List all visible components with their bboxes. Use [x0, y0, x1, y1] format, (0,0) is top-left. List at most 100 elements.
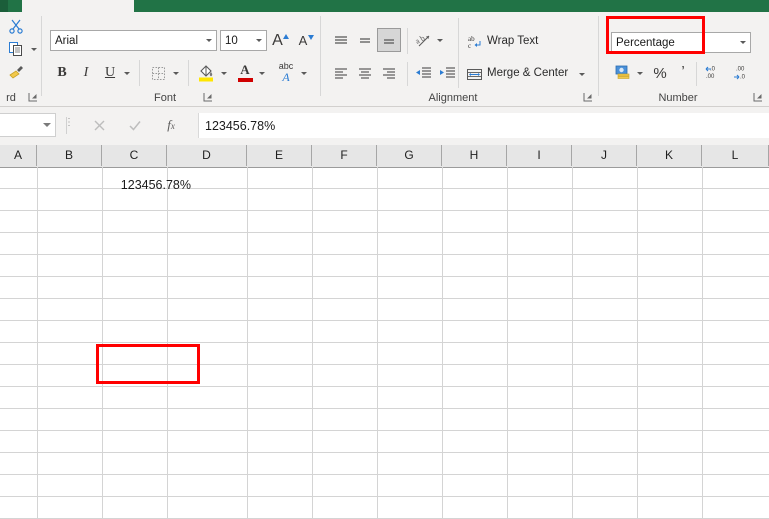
- svg-text:.00: .00: [706, 74, 715, 80]
- clipboard-dialog-launcher[interactable]: [28, 92, 39, 103]
- borders-button[interactable]: [146, 62, 170, 84]
- column-header-l[interactable]: L: [702, 145, 769, 166]
- tab-home-active[interactable]: [22, 0, 134, 12]
- cell-c9[interactable]: 123456.78%: [102, 175, 194, 196]
- comma-label: ’: [681, 62, 685, 80]
- formula-input[interactable]: 123456.78%: [198, 113, 769, 138]
- underline-button[interactable]: U: [99, 62, 121, 84]
- column-header-d[interactable]: D: [167, 145, 247, 166]
- column-header-b[interactable]: B: [37, 145, 102, 166]
- percent-style-button[interactable]: %: [649, 62, 671, 84]
- accounting-format-button[interactable]: [611, 62, 635, 84]
- orientation-dropdown-button[interactable]: [434, 30, 446, 51]
- accounting-format-icon: [615, 65, 630, 79]
- grid-row-line: [0, 408, 769, 409]
- align-left-button[interactable]: [330, 62, 352, 84]
- number-format-dropdown-arrow[interactable]: [736, 33, 750, 52]
- insert-function-button[interactable]: fx: [158, 113, 184, 137]
- group-separator: [41, 16, 42, 96]
- grid-column-line: [637, 167, 638, 519]
- svg-text:.0: .0: [740, 75, 746, 81]
- font-dialog-launcher[interactable]: [203, 92, 214, 103]
- increase-indent-button[interactable]: [436, 62, 458, 84]
- align-top-icon: [335, 35, 347, 44]
- name-box[interactable]: [0, 113, 56, 137]
- sheet-cells[interactable]: 123456.78%: [0, 167, 769, 519]
- font-name-dropdown-arrow[interactable]: [202, 31, 216, 50]
- chevron-down-icon: [301, 71, 307, 75]
- arrow-up-icon: [282, 33, 289, 39]
- copy-dropdown-button[interactable]: [28, 38, 40, 60]
- column-header-h[interactable]: H: [442, 145, 507, 166]
- chevron-down-icon: [579, 72, 585, 76]
- bold-button[interactable]: B: [51, 62, 73, 84]
- cancel-button[interactable]: [86, 113, 112, 137]
- column-header-j[interactable]: J: [572, 145, 637, 166]
- grid-column-line: [102, 167, 103, 519]
- font-name-combo[interactable]: Arial: [50, 30, 217, 51]
- font-name-value: Arial: [55, 34, 79, 47]
- font-color-label: A: [240, 62, 250, 77]
- number-dialog-launcher[interactable]: [753, 92, 764, 103]
- underline-dropdown-button[interactable]: [121, 62, 133, 84]
- phonetic-guide-button[interactable]: abc A: [274, 60, 298, 85]
- paintbrush-icon: [8, 66, 23, 79]
- grid-row-line: [0, 232, 769, 233]
- grid-row-line: [0, 276, 769, 277]
- font-color-button[interactable]: A: [234, 60, 256, 85]
- alignment-dialog-launcher[interactable]: [583, 92, 594, 103]
- formula-value: 123456.78%: [205, 118, 276, 133]
- accounting-dropdown-button[interactable]: [634, 62, 646, 84]
- fill-color-dropdown-button[interactable]: [218, 62, 230, 84]
- format-painter-button[interactable]: [4, 61, 28, 83]
- phonetic-a-icon: A: [282, 70, 290, 84]
- shrink-font-label: A: [298, 33, 308, 48]
- align-top-button[interactable]: [330, 30, 352, 51]
- align-bottom-button[interactable]: [377, 28, 401, 52]
- merge-center-label[interactable]: Merge & Center: [487, 67, 568, 79]
- wrap-text-button[interactable]: ab c: [464, 32, 484, 52]
- copy-button[interactable]: [4, 38, 28, 60]
- italic-button[interactable]: I: [75, 62, 97, 84]
- decrease-decimal-button[interactable]: .0 .00: [702, 62, 728, 84]
- column-header-i[interactable]: I: [507, 145, 572, 166]
- align-right-button[interactable]: [378, 62, 400, 84]
- decrease-indent-button[interactable]: [412, 62, 434, 84]
- align-center-button[interactable]: [354, 62, 376, 84]
- underline-label: U: [104, 65, 116, 80]
- name-box-dropdown-arrow[interactable]: [39, 123, 55, 127]
- column-header-k[interactable]: K: [637, 145, 702, 166]
- column-header-e[interactable]: E: [247, 145, 312, 166]
- comma-style-button[interactable]: ’: [673, 60, 693, 82]
- wrap-text-label[interactable]: Wrap Text: [487, 35, 538, 47]
- chevron-down-icon: [31, 47, 37, 51]
- group-separator: [188, 60, 189, 86]
- merge-center-button[interactable]: [464, 64, 484, 84]
- increase-font-size-button[interactable]: A: [269, 29, 293, 52]
- column-header-g[interactable]: G: [377, 145, 442, 166]
- phonetic-dropdown-button[interactable]: [298, 62, 310, 84]
- confirm-check-icon: [129, 120, 141, 131]
- column-header-a[interactable]: A: [0, 145, 37, 166]
- number-format-combo[interactable]: Percentage: [611, 32, 751, 53]
- font-size-combo[interactable]: 10: [220, 30, 267, 51]
- grid-row-line: [0, 298, 769, 299]
- grid-column-line: [37, 167, 38, 519]
- font-size-dropdown-arrow[interactable]: [252, 31, 266, 50]
- decrease-font-size-button[interactable]: A: [295, 29, 319, 52]
- align-left-icon: [335, 68, 347, 79]
- increase-decimal-button[interactable]: .00 .0: [730, 62, 756, 84]
- borders-dropdown-button[interactable]: [170, 62, 182, 84]
- column-header-c[interactable]: C: [102, 145, 167, 166]
- font-color-dropdown-button[interactable]: [256, 62, 268, 84]
- cancel-x-icon: [94, 120, 104, 130]
- cut-button[interactable]: [4, 15, 28, 37]
- align-middle-button[interactable]: [354, 30, 376, 51]
- column-header-f[interactable]: F: [312, 145, 377, 166]
- merge-center-dropdown-button[interactable]: [576, 64, 588, 84]
- group-separator: [407, 28, 408, 54]
- orientation-button[interactable]: a b: [412, 30, 434, 51]
- enter-button[interactable]: [122, 113, 148, 137]
- fill-color-button[interactable]: [194, 61, 218, 85]
- dialog-launcher-icon: [28, 93, 37, 102]
